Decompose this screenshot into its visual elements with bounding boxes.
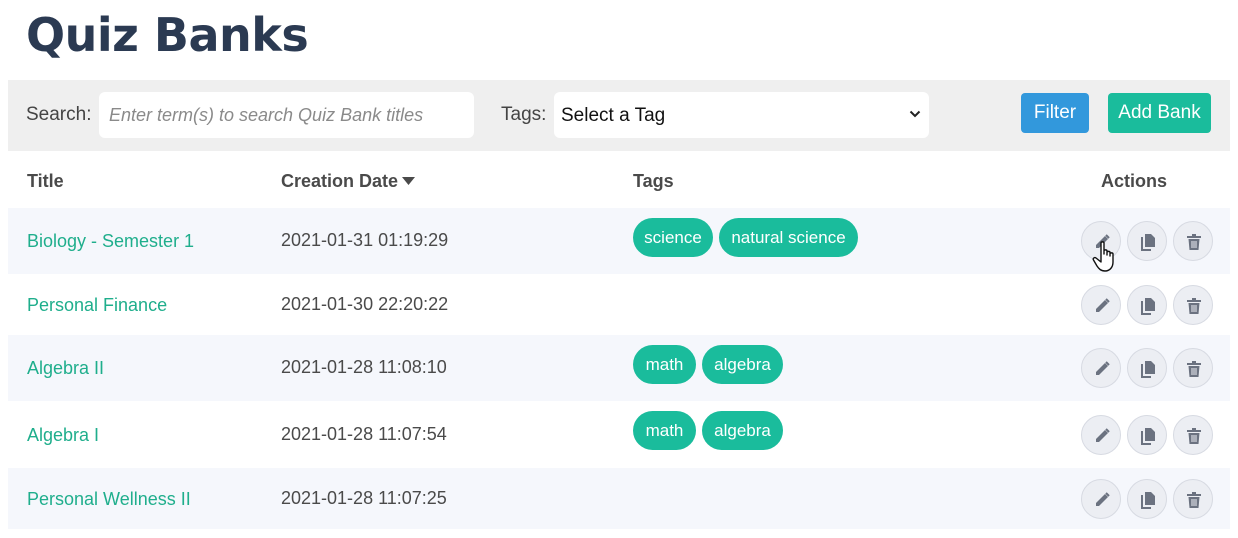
copy-icon — [1141, 361, 1155, 378]
delete-button[interactable] — [1173, 221, 1213, 261]
table-row: Algebra I 2021-01-28 11:07:54 math algebra — [8, 401, 1230, 468]
tag-badge[interactable]: natural science — [719, 218, 858, 257]
duplicate-button[interactable] — [1127, 348, 1167, 388]
copy-icon — [1141, 492, 1155, 509]
chevron-down-icon — [909, 110, 921, 118]
pencil-icon — [1096, 428, 1110, 442]
sort-descending-icon — [402, 176, 416, 185]
creation-date: 2021-01-28 11:07:54 — [281, 424, 447, 444]
search-input[interactable] — [99, 92, 474, 138]
creation-date: 2021-01-28 11:07:25 — [281, 488, 447, 508]
trash-icon — [1187, 492, 1201, 508]
search-label: Search: — [26, 104, 92, 125]
delete-button[interactable] — [1173, 479, 1213, 519]
duplicate-button[interactable] — [1127, 479, 1167, 519]
quiz-bank-title-link[interactable]: Personal Wellness II — [27, 488, 191, 510]
table-row: Biology - Semester 1 2021-01-31 01:19:29 s… — [8, 208, 1230, 274]
delete-button[interactable] — [1173, 348, 1213, 388]
trash-icon — [1187, 234, 1201, 250]
delete-button[interactable] — [1173, 285, 1213, 325]
tag-select[interactable]: Select a Tag — [554, 92, 929, 138]
trash-icon — [1187, 298, 1201, 314]
duplicate-button[interactable] — [1127, 415, 1167, 455]
filter-button[interactable]: Filter — [1021, 93, 1089, 133]
tag-select-value: Select a Tag — [561, 105, 666, 126]
filter-toolbar: Search: Tags: Select a Tag Filter Add Ba… — [8, 80, 1230, 151]
edit-button[interactable] — [1081, 415, 1121, 455]
quiz-bank-title-link[interactable]: Algebra I — [27, 424, 99, 446]
page-title: Quiz Banks — [26, 8, 309, 62]
duplicate-button[interactable] — [1127, 285, 1167, 325]
copy-icon — [1141, 428, 1155, 445]
pencil-icon — [1096, 298, 1110, 312]
tag-badge[interactable]: math — [633, 345, 696, 384]
table-row: Personal Finance 2021-01-30 22:20:22 — [8, 274, 1230, 335]
table-row: Algebra II 2021-01-28 11:08:10 math algebra — [8, 335, 1230, 401]
trash-icon — [1187, 361, 1201, 377]
pencil-icon — [1096, 361, 1110, 375]
copy-icon — [1141, 234, 1155, 251]
column-header-title[interactable]: Title — [27, 170, 64, 192]
copy-icon — [1141, 298, 1155, 315]
tag-badge[interactable]: science — [633, 218, 713, 257]
edit-button[interactable] — [1081, 479, 1121, 519]
column-header-actions: Actions — [1101, 171, 1168, 191]
quiz-bank-title-link[interactable]: Algebra II — [27, 357, 104, 379]
trash-icon — [1187, 428, 1201, 444]
tag-badge[interactable]: math — [633, 411, 696, 450]
creation-date: 2021-01-28 11:08:10 — [281, 357, 447, 377]
creation-date: 2021-01-31 01:19:29 — [281, 230, 449, 250]
edit-button[interactable] — [1081, 285, 1121, 325]
column-header-creation-date[interactable]: Creation Date — [281, 170, 416, 192]
delete-button[interactable] — [1173, 415, 1213, 455]
creation-date: 2021-01-30 22:20:22 — [281, 294, 449, 314]
column-header-tags: Tags — [633, 171, 674, 191]
quiz-bank-title-link[interactable]: Biology - Semester 1 — [27, 230, 194, 252]
table-row: Personal Wellness II 2021-01-28 11:07:25 — [8, 468, 1230, 529]
add-bank-button[interactable]: Add Bank — [1108, 93, 1211, 133]
edit-button[interactable] — [1081, 348, 1121, 388]
tag-badge[interactable]: algebra — [702, 411, 783, 450]
tags-label: Tags: — [501, 104, 547, 125]
pencil-icon — [1096, 492, 1110, 506]
hand-cursor-icon — [1092, 241, 1114, 272]
duplicate-button[interactable] — [1127, 221, 1167, 261]
tag-badge[interactable]: algebra — [702, 345, 783, 384]
quiz-bank-title-link[interactable]: Personal Finance — [27, 294, 167, 316]
